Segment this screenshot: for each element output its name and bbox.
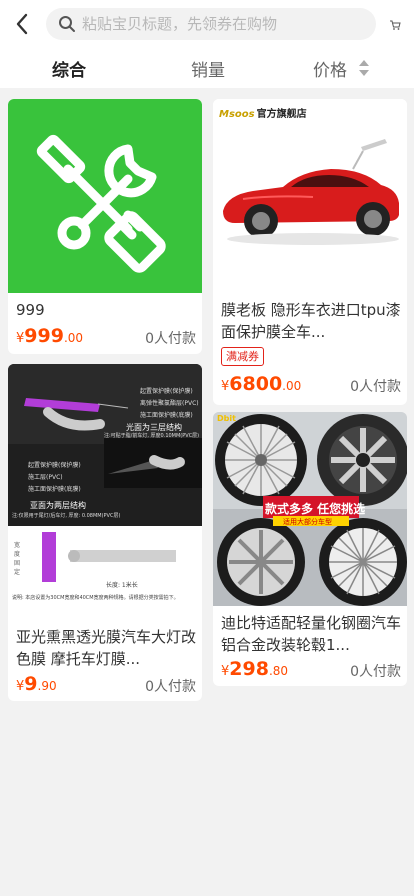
store-label: Msoos 官方旗舰店	[219, 105, 307, 120]
product-card[interactable]: 起置保护膜(保护膜) 离弹性聚氯酯层(PVC) 施工面保护膜(底膜) 光面为三层…	[8, 364, 202, 701]
film-label: 说明: 本店设置为30CM宽度和40CM宽度两种规格。请根据分类按需拍下。	[12, 595, 179, 601]
store-logo: Msoos	[219, 109, 255, 120]
search-icon	[59, 16, 75, 32]
product-card[interactable]: Dbit 款式多多 任您挑选 适用大部分车型 迪比特适配轻量化钢圈汽车铝合金改装…	[213, 412, 407, 686]
product-price: ¥298.80	[221, 658, 288, 680]
product-price: ¥6800.00	[221, 373, 301, 395]
price-integer: 9	[24, 673, 38, 695]
product-title: 迪比特适配轻量化钢圈汽车铝合金改装轮毂1...	[221, 614, 401, 654]
product-image	[8, 99, 202, 293]
film-label: 施工层(PVC)	[28, 474, 63, 481]
sold-count: 0人付款	[350, 379, 401, 395]
product-title: 999	[16, 301, 45, 319]
product-title: 膜老板 隐形车衣进口tpu漆面保护膜全车...	[221, 301, 401, 341]
tab-price[interactable]: 价格	[313, 56, 347, 81]
film-label: 离弹性聚氯酯层(PVC)	[140, 400, 199, 407]
store-name: 官方旗舰店	[256, 109, 307, 120]
film-label: 宽度固定	[14, 542, 21, 576]
sold-count: 0人付款	[145, 679, 196, 695]
product-image: Dbit 款式多多 任您挑选 适用大部分车型	[213, 412, 407, 606]
sold-count: 0人付款	[350, 664, 401, 680]
film-label: 注:可贴于脂/前车灯, 厚度0.10MM(PVC层)	[104, 433, 200, 439]
film-label: 施工面保护膜(底膜)	[140, 412, 193, 419]
price-integer: 999	[24, 325, 64, 347]
promo-banner-sub: 适用大部分车型	[283, 518, 332, 526]
tab-general[interactable]: 综合	[52, 56, 86, 81]
sort-bar: 综合 销量 价格	[0, 48, 414, 88]
film-label: 起置保护膜(保护膜)	[28, 462, 81, 469]
brand-logo: Dbit	[217, 414, 236, 423]
promo-banner: 款式多多 任您挑选	[265, 502, 366, 516]
film-label: 亚面为两层结构	[30, 501, 86, 510]
film-label: 注:仅限用于尾灯/后车灯, 厚度: 0.08MM(PVC层)	[12, 513, 121, 519]
back-button[interactable]	[8, 10, 36, 38]
cart-icon	[390, 20, 401, 30]
price-decimal: .80	[268, 664, 289, 678]
sort-arrows-icon[interactable]	[358, 59, 370, 77]
price-decimal: .00	[63, 331, 84, 345]
search-input[interactable]	[82, 15, 376, 33]
product-image: 起置保护膜(保护膜) 离弹性聚氯酯层(PVC) 施工面保护膜(底膜) 光面为三层…	[8, 364, 202, 622]
price-decimal: .90	[37, 679, 57, 693]
price-integer: 298	[229, 658, 269, 680]
film-label: 起置保护膜(保护膜)	[140, 388, 193, 395]
film-label: 长度: 1米长	[106, 582, 138, 589]
product-price: ¥9.90	[16, 673, 57, 695]
product-price: ¥999.00	[16, 325, 83, 347]
coupon-tag: 满减券	[221, 347, 264, 366]
top-bar	[0, 0, 414, 48]
sold-count: 0人付款	[145, 331, 196, 347]
price-decimal: .00	[282, 379, 302, 393]
search-box[interactable]	[46, 8, 376, 40]
red-car-image	[223, 139, 399, 245]
product-card[interactable]: 999 ¥999.00 0人付款	[8, 99, 202, 354]
tab-sales[interactable]: 销量	[191, 56, 225, 81]
product-card[interactable]: Msoos 官方旗舰店 膜老板 隐形车衣进口tpu漆面保护膜全车... 满减券 ¥…	[213, 99, 407, 405]
price-integer: 6800	[229, 373, 283, 395]
product-image: Msoos 官方旗舰店	[213, 99, 407, 293]
product-title: 亚光熏黑透光膜汽车大灯改色膜 摩托车灯膜...	[16, 628, 196, 668]
film-label: 施工面保护膜(底膜)	[28, 486, 81, 493]
back-arrow-icon	[16, 13, 28, 35]
tools-icon	[8, 99, 202, 293]
cart-button[interactable]	[384, 14, 406, 36]
